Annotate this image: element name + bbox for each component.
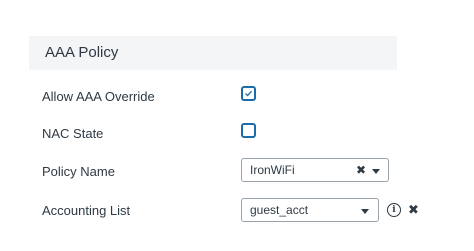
allow-aaa-override-label: Allow AAA Override: [42, 89, 155, 104]
section-header: AAA Policy: [29, 36, 397, 70]
accounting-list-value: guest_acct: [250, 203, 309, 217]
section-title: AAA Policy: [45, 44, 119, 61]
policy-name-select[interactable]: IronWiFi ✖: [241, 158, 389, 182]
remove-close-icon[interactable]: ✖: [408, 202, 419, 218]
policy-name-label: Policy Name: [42, 164, 115, 179]
nac-state-label: NAC State: [42, 126, 104, 141]
policy-name-value: IronWiFi: [250, 163, 295, 177]
close-icon[interactable]: ✖: [356, 163, 366, 177]
accounting-list-label: Accounting List: [42, 203, 131, 218]
chevron-down-icon[interactable]: [361, 209, 369, 214]
checkmark-icon: [245, 90, 252, 97]
accounting-list-select[interactable]: guest_acct: [241, 198, 379, 222]
allow-aaa-override-checkbox[interactable]: [241, 86, 256, 101]
info-icon[interactable]: i: [387, 203, 401, 217]
chevron-down-icon[interactable]: [372, 169, 380, 174]
nac-state-checkbox[interactable]: [241, 123, 256, 138]
